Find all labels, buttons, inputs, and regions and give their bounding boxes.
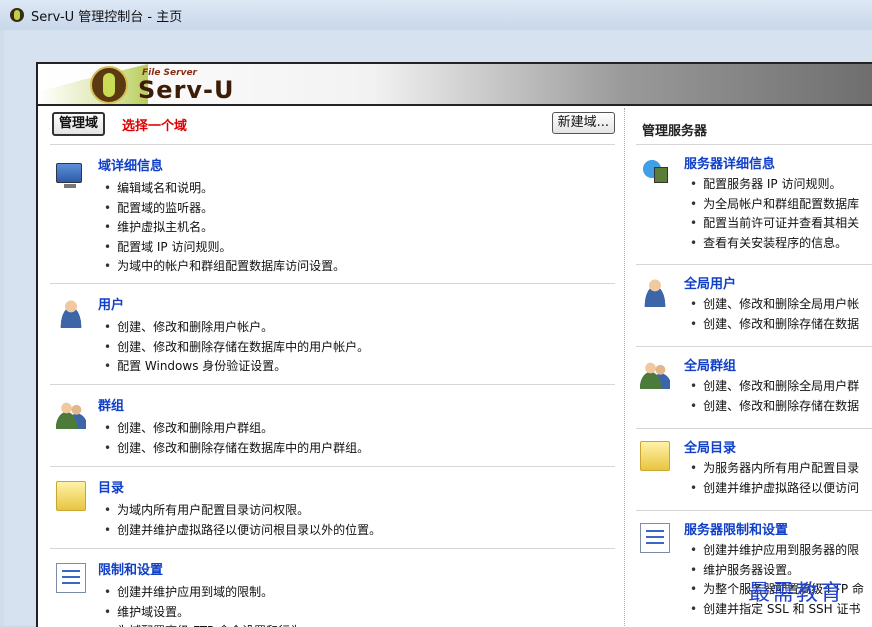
section-item: 创建并维护应用到服务器的限	[690, 541, 864, 561]
section-item: 创建、修改和删除用户群组。	[104, 419, 369, 439]
section-item: 维护域设置。	[104, 603, 314, 623]
section-item: 创建、修改和删除存储在数据库中的用户帐户。	[104, 338, 369, 358]
new-domain-button[interactable]: 新建域...	[551, 112, 615, 134]
server-sections: 服务器详细信息配置服务器 IP 访问规则。为全局帐户和群组配置数据库配置当前许可…	[636, 145, 872, 627]
section-item: 为域中的帐户和群组配置数据库访问设置。	[104, 257, 345, 277]
section-title-link[interactable]: 服务器详细信息	[684, 153, 775, 172]
user-icon	[640, 277, 670, 307]
section-title-link[interactable]: 用户	[98, 294, 124, 313]
section-item: 创建、修改和删除全局用户群	[690, 377, 859, 397]
domain-sections: 域详细信息编辑域名和说明。配置域的监听器。维护虚拟主机名。配置域 IP 访问规则…	[50, 145, 615, 627]
section-title-link[interactable]: 域详细信息	[98, 155, 163, 174]
section-item: 为全局帐户和群组配置数据库	[690, 195, 859, 215]
section-4: 目录为域内所有用户配置目录访问权限。创建并维护虚拟路径以便访问根目录以外的位置。	[50, 467, 615, 549]
server-panel: 管理服务器 服务器详细信息配置服务器 IP 访问规则。为全局帐户和群组配置数据库…	[636, 108, 872, 627]
section-items: 编辑域名和说明。配置域的监听器。维护虚拟主机名。配置域 IP 访问规则。为域中的…	[104, 179, 345, 277]
banner: File Server Serv-U	[38, 64, 872, 106]
section-2: 全局用户创建、修改和删除全局用户帐创建、修改和删除存储在数据	[636, 265, 872, 347]
server-panel-title: 管理服务器	[642, 124, 708, 139]
section-1: 服务器详细信息配置服务器 IP 访问规则。为全局帐户和群组配置数据库配置当前许可…	[636, 145, 872, 265]
section-item: 创建并维护虚拟路径以便访问	[690, 479, 859, 499]
monitor-icon	[56, 163, 82, 188]
section-item: 配置 Windows 身份验证设置。	[104, 357, 369, 377]
section-3: 全局群组创建、修改和删除全局用户群创建、修改和删除存储在数据	[636, 347, 872, 429]
section-1: 域详细信息编辑域名和说明。配置域的监听器。维护虚拟主机名。配置域 IP 访问规则…	[50, 145, 615, 284]
section-item: 创建、修改和删除存储在数据	[690, 397, 859, 417]
section-items: 创建、修改和删除用户帐户。创建、修改和删除存储在数据库中的用户帐户。配置 Win…	[104, 318, 369, 377]
group-icon	[56, 399, 86, 429]
section-item: 为域内所有用户配置目录访问权限。	[104, 501, 381, 521]
server-panel-header: 管理服务器	[636, 108, 872, 145]
section-item: 配置服务器 IP 访问规则。	[690, 175, 859, 195]
serv-u-app-icon	[10, 8, 24, 22]
section-items: 创建并维护应用到域的限制。维护域设置。为域配置高级 FTP 命令设置和行为。	[104, 583, 314, 627]
section-title-link[interactable]: 服务器限制和设置	[684, 519, 788, 538]
section-4: 全局目录为服务器内所有用户配置目录创建并维护虚拟路径以便访问	[636, 429, 872, 511]
section-item: 配置域 IP 访问规则。	[104, 238, 345, 258]
folder-icon	[56, 481, 86, 511]
logo-name: Serv-U	[138, 76, 235, 104]
section-5: 限制和设置创建并维护应用到域的限制。维护域设置。为域配置高级 FTP 命令设置和…	[50, 549, 615, 627]
section-item: 查看有关安装程序的信息。	[690, 234, 859, 254]
section-2: 用户创建、修改和删除用户帐户。创建、修改和删除存储在数据库中的用户帐户。配置 W…	[50, 284, 615, 385]
section-3: 群组创建、修改和删除用户群组。创建、修改和删除存储在数据库中的用户群组。	[50, 385, 615, 467]
folder-icon	[640, 441, 670, 471]
checklist-icon	[56, 563, 86, 593]
server-globe-icon	[640, 157, 670, 187]
manage-domain-button[interactable]: 管理域	[52, 112, 106, 136]
window-titlebar: Serv-U 管理控制台 - 主页	[0, 0, 872, 30]
section-item: 创建、修改和删除存储在数据	[690, 315, 859, 335]
console-content: File Server Serv-U 管理域 选择一个域 新建域... 域详细信…	[36, 62, 872, 627]
section-items: 为域内所有用户配置目录访问权限。创建并维护虚拟路径以便访问根目录以外的位置。	[104, 501, 381, 540]
section-5: 服务器限制和设置创建并维护应用到服务器的限维护服务器设置。为整个服务器配置高级 …	[636, 511, 872, 627]
section-items: 创建、修改和删除用户群组。创建、修改和删除存储在数据库中的用户群组。	[104, 419, 369, 458]
watermark: 最需教育	[748, 581, 845, 606]
section-item: 创建、修改和删除存储在数据库中的用户群组。	[104, 439, 369, 459]
column-divider	[624, 108, 625, 627]
group-icon	[640, 359, 670, 389]
serv-u-logo-icon	[90, 66, 128, 104]
section-items: 为服务器内所有用户配置目录创建并维护虚拟路径以便访问	[690, 459, 859, 498]
section-item: 创建并维护应用到域的限制。	[104, 583, 314, 603]
section-item: 创建、修改和删除用户帐户。	[104, 318, 369, 338]
select-domain-link[interactable]: 选择一个域	[122, 115, 187, 134]
section-items: 创建、修改和删除全局用户群创建、修改和删除存储在数据	[690, 377, 859, 416]
section-title-link[interactable]: 限制和设置	[98, 559, 163, 578]
section-item: 编辑域名和说明。	[104, 179, 345, 199]
window-title: Serv-U 管理控制台 - 主页	[31, 9, 183, 25]
section-item: 创建、修改和删除全局用户帐	[690, 295, 859, 315]
section-title-link[interactable]: 目录	[98, 477, 124, 496]
section-title-link[interactable]: 全局群组	[684, 355, 736, 374]
section-items: 配置服务器 IP 访问规则。为全局帐户和群组配置数据库配置当前许可证并查看其相关…	[690, 175, 859, 253]
checklist-icon	[640, 523, 670, 553]
section-title-link[interactable]: 全局用户	[684, 273, 736, 292]
section-item: 维护虚拟主机名。	[104, 218, 345, 238]
section-title-link[interactable]: 全局目录	[684, 437, 736, 456]
section-item: 为服务器内所有用户配置目录	[690, 459, 859, 479]
section-item: 配置当前许可证并查看其相关	[690, 214, 859, 234]
section-items: 创建、修改和删除全局用户帐创建、修改和删除存储在数据	[690, 295, 859, 334]
section-item: 配置域的监听器。	[104, 199, 345, 219]
domain-panel: 管理域 选择一个域 新建域... 域详细信息编辑域名和说明。配置域的监听器。维护…	[50, 108, 615, 627]
section-item: 创建并维护虚拟路径以便访问根目录以外的位置。	[104, 521, 381, 541]
domain-bar: 管理域 选择一个域 新建域...	[50, 108, 615, 145]
user-icon	[56, 298, 86, 328]
section-title-link[interactable]: 群组	[98, 395, 124, 414]
